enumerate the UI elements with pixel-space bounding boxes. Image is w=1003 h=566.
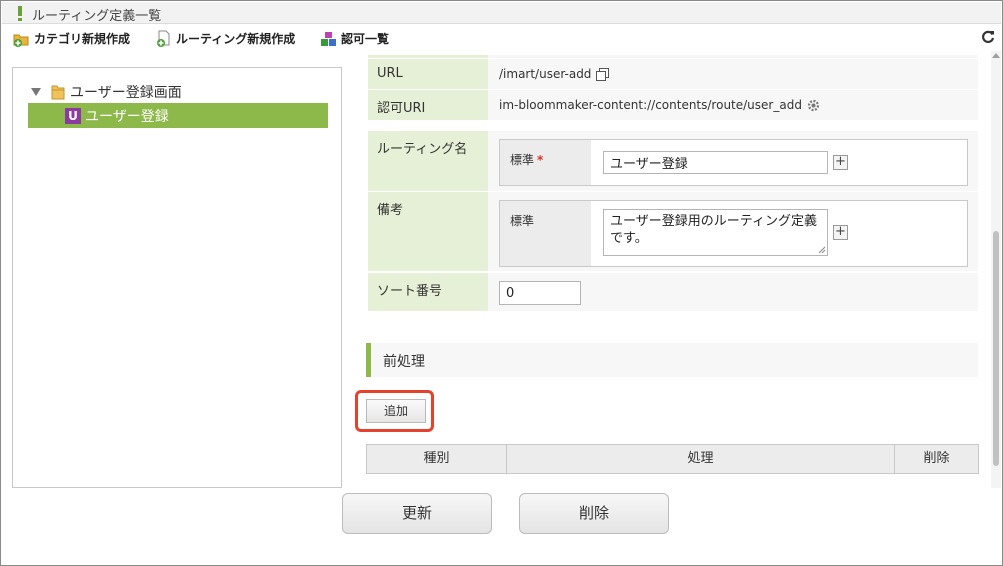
add-category-label: カテゴリ新規作成 [34,32,131,46]
routing-name-locale-label: 標準 [510,153,535,167]
url-label: URL [368,59,488,89]
update-button[interactable]: 更新 [342,493,492,534]
column-type: 種別 [367,445,507,473]
add-routing-label: ルーティング新規作成 [176,32,296,46]
remarks-label: 備考 [368,192,488,271]
window-title: ルーティング定義一覧 [32,9,162,24]
exclamation-icon [18,6,22,21]
remarks-textarea[interactable]: ユーザー登録用のルーティング定義です。 [603,209,828,256]
expand-triangle-icon[interactable] [31,88,41,96]
authorization-list-label: 認可一覧 [341,32,390,46]
add-category-icon [13,34,29,47]
tree-root-label: ユーザー登録画面 [70,85,182,101]
add-routing-button[interactable]: ルーティング新規作成 [156,30,295,47]
preprocess-section-header: 前処理 [366,343,978,377]
gear-icon[interactable] [807,99,820,112]
auth-uri-row: 認可URI im-bloommaker-content://contents/r… [368,90,978,120]
routing-name-label: ルーティング名 [368,131,488,191]
routing-name-row: ルーティング名 標準* + [368,131,978,191]
title-bar: ルーティング定義一覧 [2,2,1001,24]
refresh-icon[interactable] [981,30,995,48]
tree-node-user-registration-screen[interactable]: ユーザー登録画面 [31,82,182,102]
resize-grip-icon[interactable] [818,246,826,254]
routing-badge-icon: U [65,107,81,124]
routing-name-locale-box: 標準* + [499,139,968,186]
vertical-scrollbar[interactable] [991,51,1001,488]
add-locale-button[interactable]: + [833,155,848,170]
auth-uri-label: 認可URI [368,90,488,120]
url-value: /imart/user-add [499,67,592,81]
toolbar: カテゴリ新規作成 ルーティング新規作成 認可一覧 [2,25,1001,52]
column-process: 処理 [507,445,895,473]
tree-node-user-registration[interactable]: U ユーザー登録 [28,103,328,128]
routing-name-input[interactable] [603,151,828,174]
partial-row [368,55,978,58]
authorization-list-icon [321,31,336,46]
detail-content: URL /imart/user-add 認可URI im-bloommaker-… [347,51,991,488]
tree-child-label: ユーザー登録 [85,108,169,125]
add-category-button[interactable]: カテゴリ新規作成 [13,30,130,47]
scroll-thumb[interactable] [993,231,999,466]
category-tree-panel: ユーザー登録画面 U ユーザー登録 [12,67,342,488]
remarks-locale-box: 標準 ユーザー登録用のルーティング定義です。 + [499,200,968,267]
sort-number-label: ソート番号 [368,273,488,311]
scroll-up-arrow-icon[interactable] [992,53,1000,58]
add-remarks-locale-button[interactable]: + [833,225,848,240]
sort-number-input[interactable] [499,281,581,305]
folder-icon [51,85,65,100]
sort-number-row: ソート番号 [368,273,978,311]
remarks-row: 備考 標準 ユーザー登録用のルーティング定義です。 + [368,192,978,271]
authorization-list-button[interactable]: 認可一覧 [320,30,389,47]
url-row: URL /imart/user-add [368,59,978,89]
add-preprocess-button[interactable]: 追加 [366,399,426,423]
preprocess-table-header: 種別 処理 削除 [366,444,979,474]
auth-uri-value: im-bloommaker-content://contents/route/u… [499,98,802,112]
copy-icon[interactable] [596,67,610,81]
column-delete: 削除 [923,451,950,466]
add-routing-icon [157,30,170,47]
required-mark: * [537,153,544,167]
remarks-locale-label: 標準 [510,214,535,228]
delete-button[interactable]: 削除 [519,493,669,534]
window-frame: ルーティング定義一覧 カテゴリ新規作成 ルーティング新規作成 認可一覧 ユーザー… [0,0,1003,566]
